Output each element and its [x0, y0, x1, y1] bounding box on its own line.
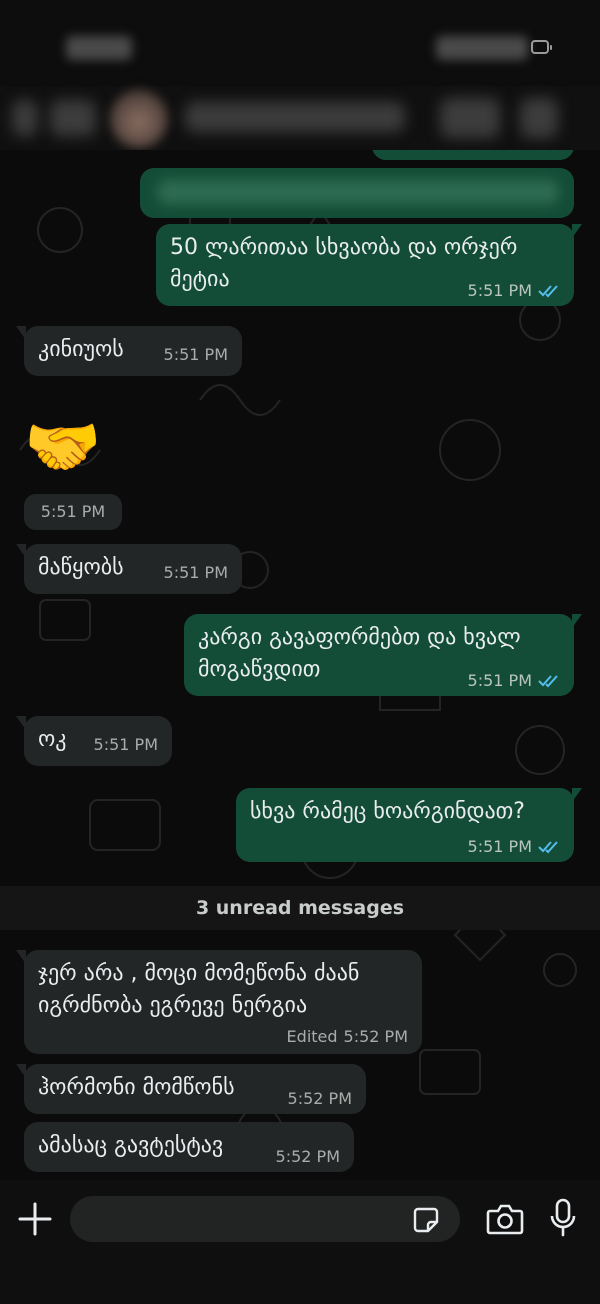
message-bubble[interactable]: 50 ლარითაა სხვაობა და ორჯერ მეტია 5:51 P… [156, 224, 582, 306]
composer-bar [0, 1180, 600, 1304]
message-input[interactable] [70, 1196, 460, 1242]
redacted-message-bubble[interactable] [140, 168, 574, 218]
unread-messages-banner: 3 unread messages [0, 886, 600, 930]
double-check-icon [538, 285, 558, 298]
video-call-button[interactable] [440, 98, 500, 138]
message-time: 5:51 PM [163, 345, 228, 364]
plus-icon[interactable] [16, 1200, 54, 1238]
message-bubble[interactable]: კინიუოს 5:51 PM [16, 326, 242, 376]
message-bubble[interactable]: კარგი გავაფორმებთ და ხვალ მოგაწვდით 5:51… [184, 614, 582, 696]
mic-icon[interactable] [548, 1198, 578, 1238]
message-text: სხვა რამეც ხოარგინდათ? [250, 799, 525, 824]
message-bubble[interactable]: ჯერ არა , მოცი მომეწონა ძაან იგრძნობა ეგ… [16, 950, 422, 1054]
message-bubble[interactable]: ოკ 5:51 PM [16, 716, 172, 766]
handshake-emoji-message[interactable]: 🤝 [24, 412, 120, 482]
camera-icon[interactable] [486, 1202, 524, 1236]
message-time: 5:52 PM [343, 1027, 408, 1046]
back-button[interactable] [12, 100, 38, 136]
redacted-text [158, 180, 558, 204]
message-time: 5:51 PM [467, 281, 532, 300]
status-time-redacted [66, 36, 132, 60]
edited-label: Edited [286, 1027, 338, 1046]
chat-header [0, 86, 600, 150]
battery-icon [531, 40, 552, 54]
double-check-icon [538, 841, 558, 854]
message-time: 5:51 PM [24, 494, 122, 530]
voice-call-button[interactable] [520, 98, 558, 138]
previous-message-bubble[interactable] [372, 150, 574, 160]
double-check-icon [538, 675, 558, 688]
message-time: 5:51 PM [93, 735, 158, 754]
avatar[interactable] [110, 90, 168, 148]
contact-name[interactable] [185, 102, 405, 132]
message-time: 5:51 PM [467, 837, 532, 856]
message-text: ჯერ არა , მოცი მომეწონა ძაან იგრძნობა ეგ… [38, 961, 360, 1018]
chat-area[interactable]: 50 ლარითაა სხვაობა და ორჯერ მეტია 5:51 P… [0, 150, 600, 1180]
sticker-icon[interactable] [412, 1206, 440, 1234]
status-signal-redacted [436, 36, 528, 60]
message-bubble[interactable]: ჰორმონი მომწონს 5:52 PM [16, 1064, 366, 1114]
message-time: 5:51 PM [163, 563, 228, 582]
message-bubble[interactable]: სხვა რამეც ხოარგინდათ? 5:51 PM [236, 788, 582, 862]
message-bubble[interactable]: მაწყობს 5:51 PM [16, 544, 242, 594]
message-time: 5:52 PM [275, 1147, 340, 1166]
message-time: 5:52 PM [287, 1089, 352, 1108]
unread-count-redacted [50, 100, 96, 136]
message-time: 5:51 PM [467, 671, 532, 690]
status-bar [0, 0, 600, 92]
message-bubble[interactable]: ამასაც გავტესტავ 5:52 PM [24, 1122, 354, 1172]
